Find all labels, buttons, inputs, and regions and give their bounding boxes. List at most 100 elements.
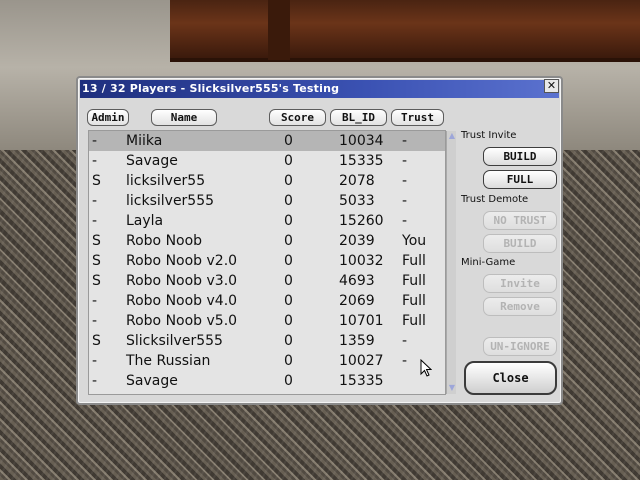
player-score-cell: 0 — [284, 313, 293, 329]
player-admin-cell: - — [92, 133, 98, 149]
unignore-button[interactable]: UN-IGNORE — [483, 337, 557, 356]
player-trust-cell: - — [402, 193, 408, 209]
player-name-cell: Robo Noob v2.0 — [126, 253, 238, 269]
player-row[interactable]: S Robo Noob v2.0 0 10032 Full — [89, 251, 445, 271]
column-header-blid[interactable]: BL_ID — [330, 109, 387, 126]
player-blid-cell: 2078 — [339, 173, 375, 189]
player-row[interactable]: - The Russian 0 10027 - — [89, 351, 445, 371]
player-admin-cell: S — [92, 333, 101, 349]
scroll-down-arrow-icon[interactable]: ▼ — [447, 383, 457, 393]
player-admin-cell: - — [92, 213, 98, 229]
player-trust-cell: You — [402, 233, 427, 249]
no-trust-button[interactable]: NO TRUST — [483, 211, 557, 230]
player-trust-cell: - — [402, 133, 408, 149]
player-score-cell: 0 — [284, 273, 293, 289]
player-score-cell: 0 — [284, 233, 293, 249]
trust-demote-build-button[interactable]: BUILD — [483, 234, 557, 253]
window-title[interactable]: 13 / 32 Players - Slicksilver555's Testi… — [80, 80, 559, 98]
column-header-admin[interactable]: Admin — [87, 109, 129, 126]
column-header-name[interactable]: Name — [151, 109, 217, 126]
player-row[interactable]: Slicksilver55 0 2078 - — [89, 171, 445, 191]
trust-invite-label: Trust Invite — [461, 130, 517, 141]
player-trust-cell: - — [402, 153, 408, 169]
player-row[interactable]: S Slicksilver555 0 1359 - — [89, 331, 445, 351]
player-name-cell: The Russian — [126, 353, 211, 369]
player-name-cell: Robo Noob v3.0 — [126, 273, 238, 289]
player-trust-cell: Full — [402, 273, 426, 289]
player-score-cell: 0 — [284, 153, 293, 169]
mouse-cursor-icon — [420, 359, 432, 377]
player-admin-cell: - — [92, 313, 98, 329]
player-trust-cell: - — [402, 213, 408, 229]
player-trust-cell: Full — [402, 253, 426, 269]
player-trust-cell: - — [402, 173, 408, 189]
player-row[interactable]: - Miika 0 10034 - — [89, 131, 445, 151]
player-admin-cell: - — [92, 353, 98, 369]
player-blid-cell: 2039 — [339, 233, 375, 249]
player-score-cell: 0 — [284, 133, 293, 149]
player-score-cell: 0 — [284, 293, 293, 309]
player-trust-cell: - — [402, 353, 408, 369]
player-row[interactable]: - Savage 0 15335 — [89, 371, 445, 391]
player-blid-cell: 15335 — [339, 153, 384, 169]
player-admin-cell: S — [92, 273, 101, 289]
player-trust-cell: - — [402, 333, 408, 349]
player-name-cell: Savage — [126, 373, 178, 389]
background-table-leg — [268, 0, 290, 60]
player-blid-cell: 1359 — [339, 333, 375, 349]
player-row[interactable]: - Robo Noob v5.0 0 10701 Full — [89, 311, 445, 331]
player-name-cell: Robo Noob v4.0 — [126, 293, 238, 309]
player-row[interactable]: - licksilver555 0 5033 - — [89, 191, 445, 211]
trust-invite-full-button[interactable]: FULL — [483, 170, 557, 189]
close-icon[interactable]: ✕ — [544, 79, 559, 93]
trust-demote-label: Trust Demote — [461, 194, 529, 205]
player-admin-cell: - — [92, 153, 98, 169]
close-button[interactable]: Close — [464, 361, 557, 395]
player-blid-cell: 4693 — [339, 273, 375, 289]
player-admin-cell: - — [92, 373, 98, 389]
column-header-score[interactable]: Score — [269, 109, 326, 126]
player-blid-cell: 15335 — [339, 373, 384, 389]
player-score-cell: 0 — [284, 213, 293, 229]
player-row[interactable]: - Layla 0 15260 - — [89, 211, 445, 231]
player-admin-cell: S — [92, 233, 101, 249]
player-trust-cell: Full — [402, 313, 426, 329]
trust-invite-build-button[interactable]: BUILD — [483, 147, 557, 166]
player-name-cell: licksilver55 — [126, 173, 206, 189]
player-score-cell: 0 — [284, 333, 293, 349]
player-row[interactable]: S Robo Noob v3.0 0 4693 Full — [89, 271, 445, 291]
scroll-up-arrow-icon[interactable]: ▲ — [447, 131, 457, 141]
player-row[interactable]: - Savage 0 15335 - — [89, 151, 445, 171]
player-trust-cell: Full — [402, 293, 426, 309]
player-blid-cell: 15260 — [339, 213, 384, 229]
player-name-cell: Miika — [126, 133, 163, 149]
minigame-remove-button[interactable]: Remove — [483, 297, 557, 316]
player-name-cell: Slicksilver555 — [126, 333, 223, 349]
player-blid-cell: 2069 — [339, 293, 375, 309]
player-blid-cell: 10034 — [339, 133, 384, 149]
column-header-trust[interactable]: Trust — [391, 109, 444, 126]
player-name-cell: licksilver555 — [126, 193, 215, 209]
player-row[interactable]: S Robo Noob 0 2039 You — [89, 231, 445, 251]
player-score-cell: 0 — [284, 193, 293, 209]
player-blid-cell: 10701 — [339, 313, 384, 329]
scrollbar[interactable]: ▲ ▼ — [446, 131, 456, 394]
minigame-invite-button[interactable]: Invite — [483, 274, 557, 293]
player-score-cell: 0 — [284, 353, 293, 369]
player-blid-cell: 10032 — [339, 253, 384, 269]
player-admin-cell: - — [92, 193, 98, 209]
player-admin-cell: - — [92, 293, 98, 309]
background-table — [170, 0, 640, 62]
player-score-cell: 0 — [284, 253, 293, 269]
player-score-cell: 0 — [284, 373, 293, 389]
player-blid-cell: 10027 — [339, 353, 384, 369]
player-score-cell: 0 — [284, 173, 293, 189]
player-admin-cell: S — [92, 173, 101, 189]
player-list: - Miika 0 10034- - Savage 0 15335- Slicksilver55… — [88, 130, 456, 395]
player-row[interactable]: - Robo Noob v4.0 0 2069 Full — [89, 291, 445, 311]
player-name-cell: Robo Noob v5.0 — [126, 313, 238, 329]
minigame-label: Mini-Game — [461, 257, 516, 268]
player-name-cell: Layla — [126, 213, 164, 229]
player-list-window: 13 / 32 Players - Slicksilver555's Testi… — [76, 76, 563, 405]
player-admin-cell: S — [92, 253, 101, 269]
